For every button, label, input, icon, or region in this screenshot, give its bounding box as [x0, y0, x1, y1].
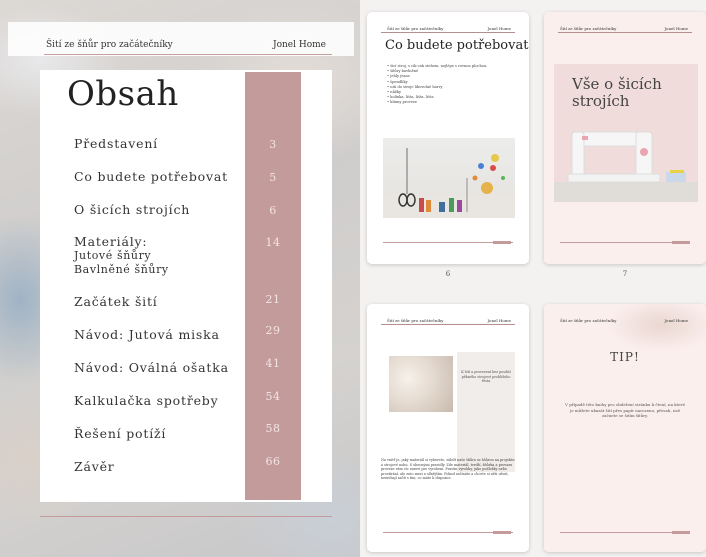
thumb-footer-rule [560, 532, 690, 533]
thumb-footer-tab [672, 241, 690, 244]
toc-page-num: 5 [269, 171, 277, 184]
toc-header-book-title: Šití ze šňůr pro začátečníky [46, 40, 173, 50]
thumb-footer-tab [672, 531, 690, 534]
toc-item-reseni-potizi[interactable]: Řešení potíží [74, 427, 166, 441]
page-thumbnail-6[interactable]: Šití ze šňůr pro začátečníky Jonel Home … [367, 12, 529, 264]
thumb-footer-tab [493, 531, 511, 534]
toc-title: Obsah [67, 74, 179, 114]
thumb-tip-text: V případě této knihy pro obdržení stránk… [565, 402, 685, 419]
toc-item-predstaveni[interactable]: Představení [74, 137, 158, 151]
toc-item-materialy-label: Materiály: [74, 234, 148, 249]
thumb-header-right: Jonel Home [487, 318, 511, 323]
thumb-header-right: Jonel Home [664, 26, 688, 31]
thumb-tip-heading: TIP! [610, 350, 640, 364]
toc-page-num: 3 [269, 138, 277, 151]
thumb-side-box-text: K šití a provezení bez použití pěkného s… [461, 370, 511, 384]
thumb-paragraph: Na vnitř je, jaký materiál si vyberete, … [381, 458, 515, 481]
toc-item-materialy[interactable]: Materiály: Jutové šňůry Bavlněné šňůry [74, 235, 169, 277]
toc-item-zacatek-siti[interactable]: Začátek šití [74, 295, 158, 309]
toc-subitem-jutove-snury: Jutové šňůry [74, 249, 152, 262]
thumb-header-right: Jonel Home [487, 26, 511, 31]
toc-page-num: 58 [265, 422, 281, 435]
toc-page-num: 21 [265, 293, 281, 306]
thumb-title-line: strojích [572, 92, 630, 110]
thumb-title-line: Vše o šicích [572, 75, 662, 93]
list-item: klinny proveze [387, 100, 487, 105]
thumb-header-right: Jonel Home [664, 318, 688, 323]
toc-header: Šití ze šňůr pro začátečníky Jonel Home [8, 22, 354, 56]
page-number-label: 6 [445, 270, 451, 278]
thumb-header-left: Šití ze šňůr pro začátečníky [387, 26, 444, 31]
thumb-title: Vše o šicích strojích [572, 76, 662, 110]
thumb-title: Co budete potřebovat [385, 38, 529, 53]
thumb-header-left: Šití ze šňůr pro začátečníky [560, 318, 617, 323]
toc-item-o-sicich-strojich[interactable]: O šicích strojích [74, 203, 190, 217]
toc-page-num: 41 [265, 357, 281, 370]
page-thumbnail-materials[interactable]: Šití ze šňůr pro začátečníky Jonel Home … [367, 304, 529, 552]
toc-item-kalkulacka[interactable]: Kalkulačka spotřeby [74, 394, 218, 408]
toc-item-jutova-miska[interactable]: Návod: Jutová miska [74, 328, 220, 342]
sewing-supplies-illustration [383, 148, 515, 218]
toc-page: Obsah Představení 3 Co budete potřebovat… [40, 70, 332, 502]
toc-header-rule [44, 54, 332, 55]
thumb-header-rule [381, 32, 515, 33]
page-thumbnail-tip[interactable]: Šití ze šňůr pro začátečníky Jonel Home … [544, 304, 706, 552]
toc-item-ovalna-osatka[interactable]: Návod: Oválná ošatka [74, 361, 229, 375]
toc-bottom-rule [40, 516, 332, 517]
cord-spools-photo [389, 356, 453, 412]
thumb-footer-rule [560, 242, 690, 243]
thumb-header-left: Šití ze šňůr pro začátečníky [560, 26, 617, 31]
sewing-supplies-photo [383, 138, 515, 218]
toc-page-number-band [245, 72, 301, 500]
toc-item-zaver[interactable]: Závěr [74, 460, 115, 474]
thumb-footer-tab [493, 241, 511, 244]
thumb-header-rule [381, 324, 515, 325]
toc-page-num: 6 [269, 204, 277, 217]
page-thumbnail-7[interactable]: Šití ze šňůr pro začátečníky Jonel Home … [544, 12, 706, 264]
thumb-header-left: Šití ze šňůr pro začátečníky [387, 318, 444, 323]
toc-header-brand: Jonel Home [272, 40, 326, 50]
toc-page-num: 66 [265, 455, 281, 468]
toc-subitem-bavlnene-snury: Bavlněné šňůry [74, 263, 169, 276]
toc-page-num: 54 [265, 390, 281, 403]
page-number-label: 7 [622, 270, 628, 278]
thumb-supply-list: šicí stroj, s cik-cak stehem, nejlépe s … [387, 64, 487, 106]
thumb-header-rule [558, 32, 692, 33]
toc-page-num: 14 [265, 236, 281, 249]
toc-page-num: 29 [265, 324, 281, 337]
sewing-machine-illustration [554, 131, 698, 202]
toc-item-co-budete-potrebovat[interactable]: Co budete potřebovat [74, 170, 228, 184]
